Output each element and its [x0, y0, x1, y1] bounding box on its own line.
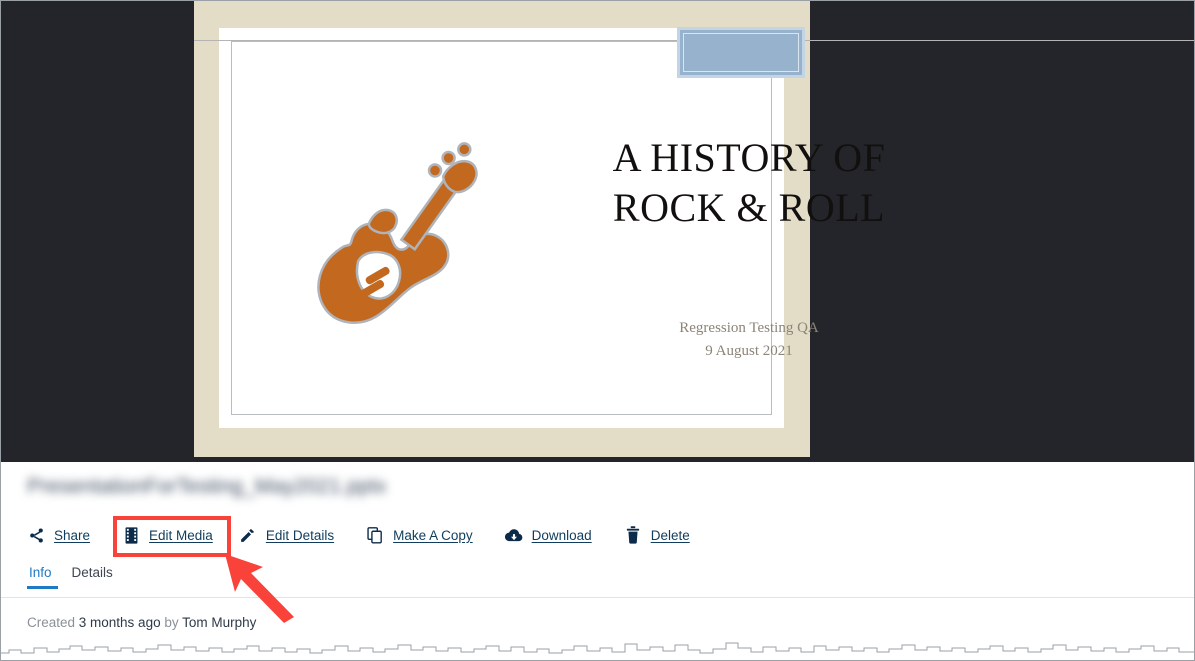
make-a-copy-button[interactable]: Make A Copy — [366, 526, 473, 544]
created-by-word: by — [160, 615, 183, 630]
slide-subtitle-line-1: Regression Testing QA — [679, 320, 819, 336]
share-label: Share — [54, 527, 91, 543]
tab-details[interactable]: Details — [62, 565, 123, 589]
blue-selection-rectangle[interactable] — [677, 27, 805, 78]
action-toolbar: Share Edit Media Edit Details Make A Cop… — [27, 523, 722, 547]
delete-button[interactable]: Delete — [624, 526, 690, 544]
slide-title-line-1: A HISTORY OF — [612, 135, 886, 180]
edit-details-label: Edit Details — [265, 527, 335, 543]
created-author: Tom Murphy — [182, 615, 257, 630]
preview-area: A HISTORY OF ROCK & ROLL Regression Test… — [0, 0, 1195, 462]
file-name: PresentationForTesting_May2021.pptx — [27, 475, 387, 498]
edit-media-button[interactable]: Edit Media — [122, 526, 213, 544]
slide-subtitle: Regression Testing QA 9 August 2021 — [549, 317, 949, 364]
tab-divider — [0, 597, 1195, 598]
slide-canvas: A HISTORY OF ROCK & ROLL Regression Test… — [219, 28, 885, 428]
edit-media-label: Edit Media — [149, 527, 213, 543]
tab-bar: Info Details — [27, 565, 123, 589]
tab-info[interactable]: Info — [27, 565, 62, 589]
media-details-screen: A HISTORY OF ROCK & ROLL Regression Test… — [0, 0, 1195, 661]
guide-line-right — [805, 40, 1195, 41]
slide-title-line-2: ROCK & ROLL — [612, 185, 886, 230]
slide-subtitle-line-2: 9 August 2021 — [705, 343, 793, 360]
guide-line-left — [194, 40, 678, 41]
created-when: 3 months ago — [78, 615, 161, 630]
download-button[interactable]: Download — [504, 526, 592, 544]
torn-paper-edge — [0, 639, 1195, 661]
pencil-icon — [239, 526, 257, 544]
share-icon — [27, 526, 45, 544]
film-strip-icon — [122, 526, 140, 544]
edit-details-button[interactable]: Edit Details — [239, 526, 334, 544]
tab-details-label: Details — [71, 565, 113, 580]
details-panel: PresentationForTesting_May2021.pptx Shar… — [0, 462, 1195, 661]
created-meta: Created 3 months ago by Tom Murphy — [27, 615, 256, 630]
cloud-download-icon — [504, 526, 523, 544]
delete-label: Delete — [650, 527, 690, 543]
electric-guitar-icon — [297, 128, 487, 328]
created-prefix: Created — [27, 615, 79, 630]
copy-icon — [366, 526, 384, 544]
slide-title: A HISTORY OF ROCK & ROLL — [549, 133, 949, 233]
make-a-copy-label: Make A Copy — [393, 527, 473, 543]
trash-icon — [624, 526, 642, 544]
download-label: Download — [531, 527, 592, 543]
tab-info-label: Info — [29, 565, 52, 580]
share-button[interactable]: Share — [27, 526, 90, 544]
